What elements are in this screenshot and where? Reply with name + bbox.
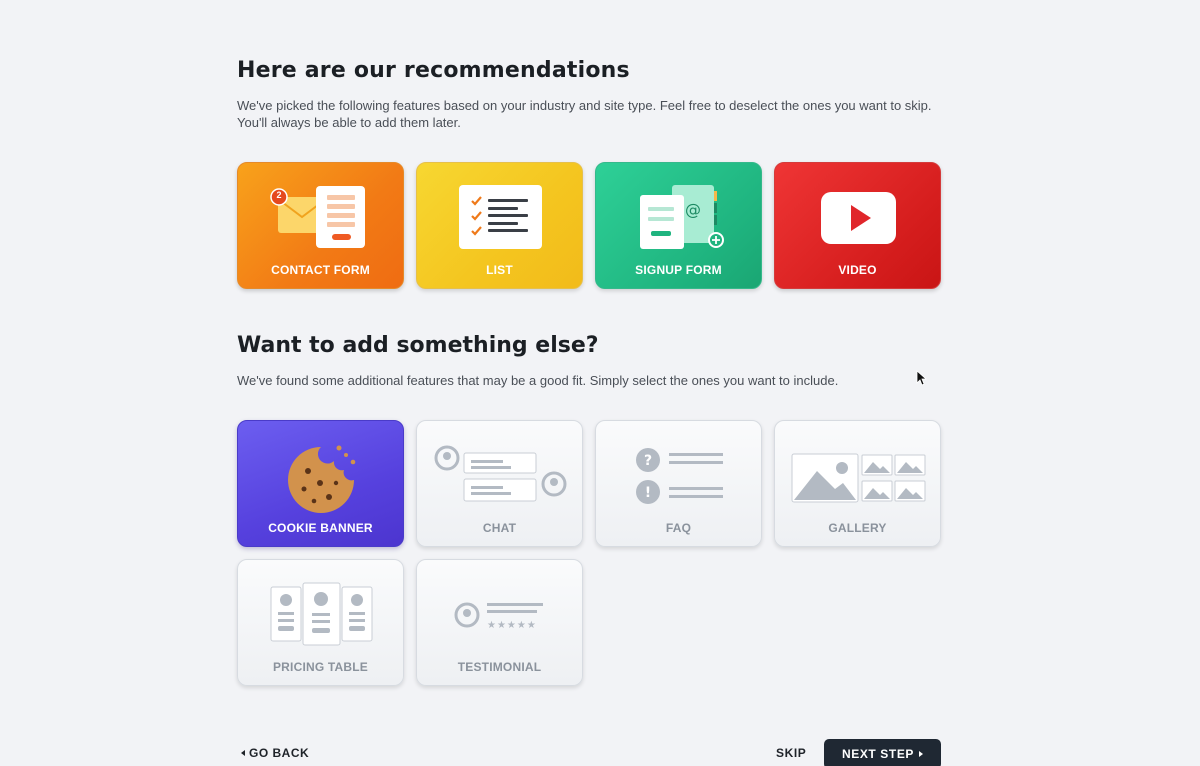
card-label: PRICING TABLE <box>272 660 369 674</box>
feature-card-testimonial[interactable]: ★★★★★ TESTIMONIAL <box>416 559 583 686</box>
card-label: SIGNUP FORM <box>635 263 722 277</box>
badge-count: 2 <box>276 190 282 200</box>
next-step-label: NEXT STEP <box>841 747 915 761</box>
skip-button[interactable]: SKIP <box>776 746 806 760</box>
card-label: FAQ <box>665 521 692 535</box>
card-label: VIDEO <box>838 263 877 277</box>
svg-text:?: ? <box>644 453 652 469</box>
card-label: COOKIE BANNER <box>268 521 373 535</box>
card-label: GALLERY <box>828 521 887 535</box>
recommendations-description: We've picked the following features base… <box>237 98 932 130</box>
svg-text:!: ! <box>645 485 651 501</box>
additional-description: We've found some additional features tha… <box>237 373 839 388</box>
svg-text:@: @ <box>685 200 701 219</box>
card-label: CONTACT FORM <box>271 263 370 277</box>
card-label: LIST <box>486 263 513 277</box>
additional-title: Want to add something else? <box>237 333 599 358</box>
card-label: TESTIMONIAL <box>457 660 542 674</box>
feature-card-list[interactable]: LIST <box>416 162 583 289</box>
feature-card-contact-form[interactable]: 2 CONTACT FORM <box>237 162 404 289</box>
go-back-label: GO BACK <box>249 746 310 760</box>
feature-card-cookie-banner[interactable]: COOKIE BANNER <box>237 420 404 547</box>
feature-card-pricing-table[interactable]: PRICING TABLE <box>237 559 404 686</box>
chevron-right-icon <box>919 751 924 757</box>
svg-text:★★★★★: ★★★★★ <box>487 620 537 631</box>
chevron-left-icon <box>241 750 245 756</box>
feature-card-faq[interactable]: ? ! FAQ <box>595 420 762 547</box>
feature-card-signup-form[interactable]: @ SIGNUP FORM <box>595 162 762 289</box>
go-back-button[interactable]: GO BACK <box>241 746 309 760</box>
feature-card-video[interactable]: VIDEO <box>774 162 941 289</box>
mouse-cursor-icon <box>916 370 928 386</box>
recommendations-title: Here are our recommendations <box>237 58 630 83</box>
card-label: CHAT <box>482 521 517 535</box>
next-step-button[interactable]: NEXT STEP <box>824 739 941 766</box>
feature-card-chat[interactable]: CHAT <box>416 420 583 547</box>
feature-card-gallery[interactable]: GALLERY <box>774 420 941 547</box>
